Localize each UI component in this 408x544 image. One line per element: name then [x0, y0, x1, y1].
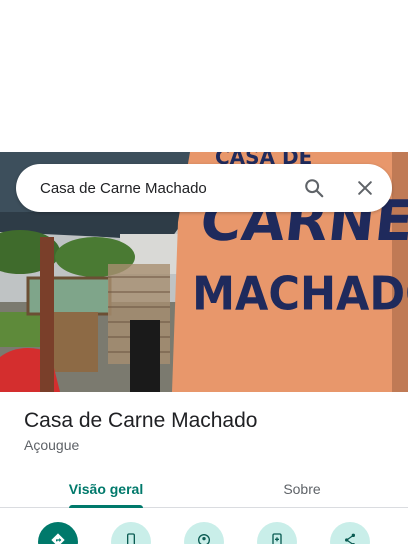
map-area-blank — [0, 0, 408, 152]
directions-button[interactable] — [38, 522, 78, 544]
share-icon — [342, 532, 358, 544]
location-icon — [196, 532, 212, 544]
add-to-phone-icon — [269, 532, 285, 544]
phone-icon — [123, 532, 139, 544]
tab-bar: Visão geral Sobre — [0, 470, 408, 508]
nearby-button[interactable] — [184, 522, 224, 544]
close-icon[interactable] — [353, 176, 377, 200]
tab-overview[interactable]: Visão geral — [46, 470, 166, 508]
place-category[interactable]: Açougue — [24, 437, 79, 453]
send-to-phone-button[interactable] — [257, 522, 297, 544]
share-button[interactable] — [330, 522, 370, 544]
search-bar[interactable]: Casa de Carne Machado — [16, 164, 392, 212]
directions-icon — [50, 532, 66, 544]
tab-about[interactable]: Sobre — [242, 470, 362, 508]
tab-selected-indicator — [69, 505, 143, 508]
search-input[interactable]: Casa de Carne Machado — [40, 180, 302, 197]
call-button[interactable] — [111, 522, 151, 544]
sign-line-3: MACHADO — [192, 267, 408, 321]
action-buttons — [0, 522, 408, 544]
place-name: Casa de Carne Machado — [24, 409, 258, 432]
search-icon[interactable] — [302, 176, 326, 200]
